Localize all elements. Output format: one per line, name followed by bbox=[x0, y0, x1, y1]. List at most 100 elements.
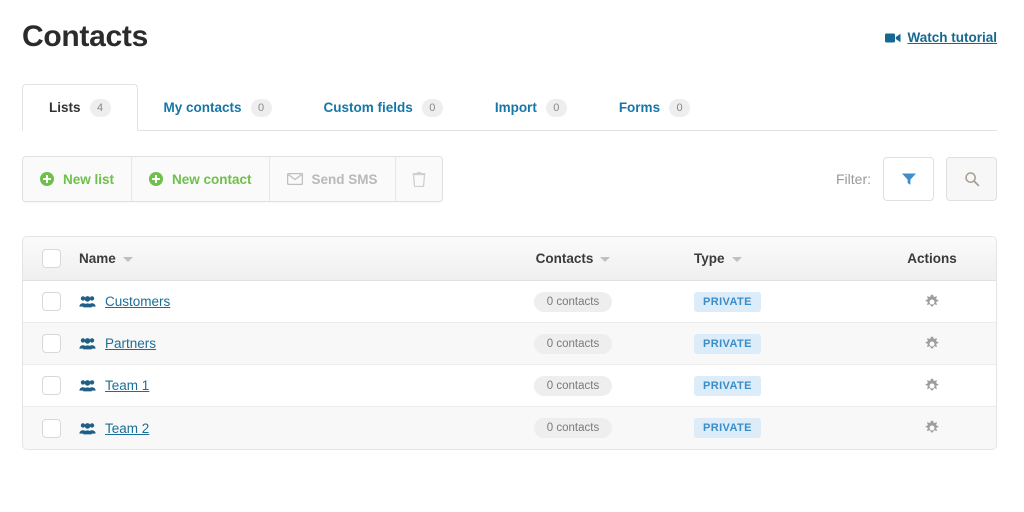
page-title: Contacts bbox=[22, 20, 148, 53]
list-name-link[interactable]: Team 1 bbox=[105, 378, 149, 393]
list-name-link[interactable]: Partners bbox=[105, 336, 156, 351]
gear-icon[interactable] bbox=[924, 336, 940, 352]
type-badge: PRIVATE bbox=[694, 418, 761, 438]
search-button[interactable] bbox=[946, 157, 997, 201]
tab-my-contacts[interactable]: My contacts 0 bbox=[138, 84, 298, 131]
tab-import-label: Import bbox=[494, 100, 537, 115]
table-row[interactable]: Team 1 0 contacts PRIVATE bbox=[23, 365, 996, 407]
new-list-button[interactable]: New list bbox=[23, 157, 133, 201]
row-select-cell bbox=[23, 418, 79, 438]
plus-circle-icon bbox=[40, 172, 54, 186]
group-icon bbox=[79, 337, 96, 350]
row-contacts-cell: 0 contacts bbox=[458, 375, 688, 396]
tab-lists-count: 4 bbox=[89, 98, 111, 117]
list-name-link[interactable]: Team 2 bbox=[105, 421, 149, 436]
row-checkbox[interactable] bbox=[41, 292, 61, 311]
column-header-type[interactable]: Type bbox=[694, 251, 742, 266]
row-type-cell: PRIVATE bbox=[688, 333, 868, 354]
row-type-cell: PRIVATE bbox=[688, 291, 868, 312]
row-name-cell: Team 2 bbox=[79, 421, 458, 436]
column-header-name-label: Name bbox=[79, 251, 116, 266]
funnel-icon bbox=[901, 172, 917, 186]
row-contacts-cell: 0 contacts bbox=[458, 418, 688, 438]
contacts-count-pill: 0 contacts bbox=[533, 375, 613, 396]
select-all-checkbox[interactable] bbox=[41, 249, 61, 268]
row-actions-cell bbox=[868, 294, 996, 310]
new-contact-button[interactable]: New contact bbox=[132, 157, 270, 201]
delete-button[interactable] bbox=[395, 157, 442, 201]
row-actions-cell bbox=[868, 420, 996, 436]
tab-import[interactable]: Import 0 bbox=[469, 84, 593, 131]
tab-lists-label: Lists bbox=[49, 100, 81, 115]
gear-icon[interactable] bbox=[924, 294, 940, 310]
table-row[interactable]: Partners 0 contacts PRIVATE bbox=[23, 323, 996, 365]
lists-table: Name Contacts Type Actions Customers 0 c… bbox=[22, 236, 997, 450]
contacts-count-pill: 0 contacts bbox=[533, 418, 613, 438]
row-checkbox[interactable] bbox=[41, 418, 61, 438]
select-all-cell bbox=[23, 249, 79, 268]
table-row[interactable]: Customers 0 contacts PRIVATE bbox=[23, 281, 996, 323]
row-select-cell bbox=[23, 292, 79, 311]
new-contact-label: New contact bbox=[172, 171, 252, 187]
toolbar: New list New contact Send SMS Filter: bbox=[22, 156, 997, 202]
row-select-cell bbox=[23, 334, 79, 353]
send-sms-button[interactable]: Send SMS bbox=[269, 157, 396, 201]
chevron-down-icon bbox=[600, 257, 611, 262]
tab-import-count: 0 bbox=[545, 98, 567, 117]
column-header-contacts[interactable]: Contacts bbox=[536, 251, 611, 266]
tab-forms-count: 0 bbox=[669, 98, 691, 117]
tab-forms-label: Forms bbox=[618, 100, 661, 115]
page-header: Contacts Watch tutorial bbox=[0, 0, 1024, 70]
row-name-cell: Customers bbox=[79, 294, 458, 309]
filter-label: Filter: bbox=[836, 171, 871, 187]
group-icon bbox=[79, 379, 96, 392]
plus-circle-icon bbox=[149, 172, 164, 186]
tab-bar: Lists 4 My contacts 0 Custom fields 0 Im… bbox=[22, 84, 997, 131]
video-camera-icon bbox=[884, 32, 901, 44]
tab-custom-fields-label: Custom fields bbox=[323, 100, 413, 115]
contacts-count-pill: 0 contacts bbox=[533, 291, 613, 312]
type-badge: PRIVATE bbox=[694, 291, 761, 312]
watch-tutorial-link[interactable]: Watch tutorial bbox=[884, 30, 998, 45]
group-icon bbox=[79, 422, 96, 435]
column-header-name[interactable]: Name bbox=[79, 251, 133, 266]
row-select-cell bbox=[23, 376, 79, 395]
gear-icon[interactable] bbox=[924, 378, 940, 394]
list-name-link[interactable]: Customers bbox=[105, 294, 170, 309]
row-checkbox[interactable] bbox=[41, 334, 61, 353]
column-header-actions: Actions bbox=[907, 251, 957, 266]
row-contacts-cell: 0 contacts bbox=[458, 291, 688, 312]
group-icon bbox=[79, 295, 96, 308]
contacts-page: Contacts Watch tutorial Lists 4 My conta… bbox=[0, 0, 1024, 512]
row-name-cell: Partners bbox=[79, 336, 458, 351]
chevron-down-icon bbox=[122, 257, 133, 262]
tab-lists[interactable]: Lists 4 bbox=[22, 84, 138, 131]
type-badge: PRIVATE bbox=[694, 375, 761, 396]
contacts-count-pill: 0 contacts bbox=[533, 333, 613, 354]
row-contacts-cell: 0 contacts bbox=[458, 333, 688, 354]
column-header-actions-label: Actions bbox=[907, 251, 957, 266]
table-row[interactable]: Team 2 0 contacts PRIVATE bbox=[23, 407, 996, 449]
type-badge: PRIVATE bbox=[694, 333, 761, 354]
filter-button[interactable] bbox=[883, 157, 934, 201]
row-type-cell: PRIVATE bbox=[688, 375, 868, 396]
row-checkbox[interactable] bbox=[41, 376, 61, 395]
table-header-row: Name Contacts Type Actions bbox=[23, 237, 996, 281]
column-header-contacts-label: Contacts bbox=[535, 251, 594, 266]
filter-area: Filter: bbox=[836, 156, 997, 202]
search-icon bbox=[964, 171, 980, 187]
watch-tutorial-label: Watch tutorial bbox=[907, 30, 998, 45]
tab-my-contacts-count: 0 bbox=[250, 98, 272, 117]
column-header-type-label: Type bbox=[694, 251, 725, 266]
toolbar-button-group: New list New contact Send SMS bbox=[22, 156, 443, 202]
tab-my-contacts-label: My contacts bbox=[163, 100, 242, 115]
tab-custom-fields[interactable]: Custom fields 0 bbox=[298, 84, 469, 131]
gear-icon[interactable] bbox=[924, 420, 940, 436]
tab-forms[interactable]: Forms 0 bbox=[593, 84, 716, 131]
tab-custom-fields-count: 0 bbox=[421, 98, 443, 117]
row-actions-cell bbox=[868, 336, 996, 352]
new-list-label: New list bbox=[63, 171, 115, 187]
chevron-down-icon bbox=[731, 257, 742, 262]
send-sms-label: Send SMS bbox=[311, 171, 378, 187]
row-name-cell: Team 1 bbox=[79, 378, 458, 393]
